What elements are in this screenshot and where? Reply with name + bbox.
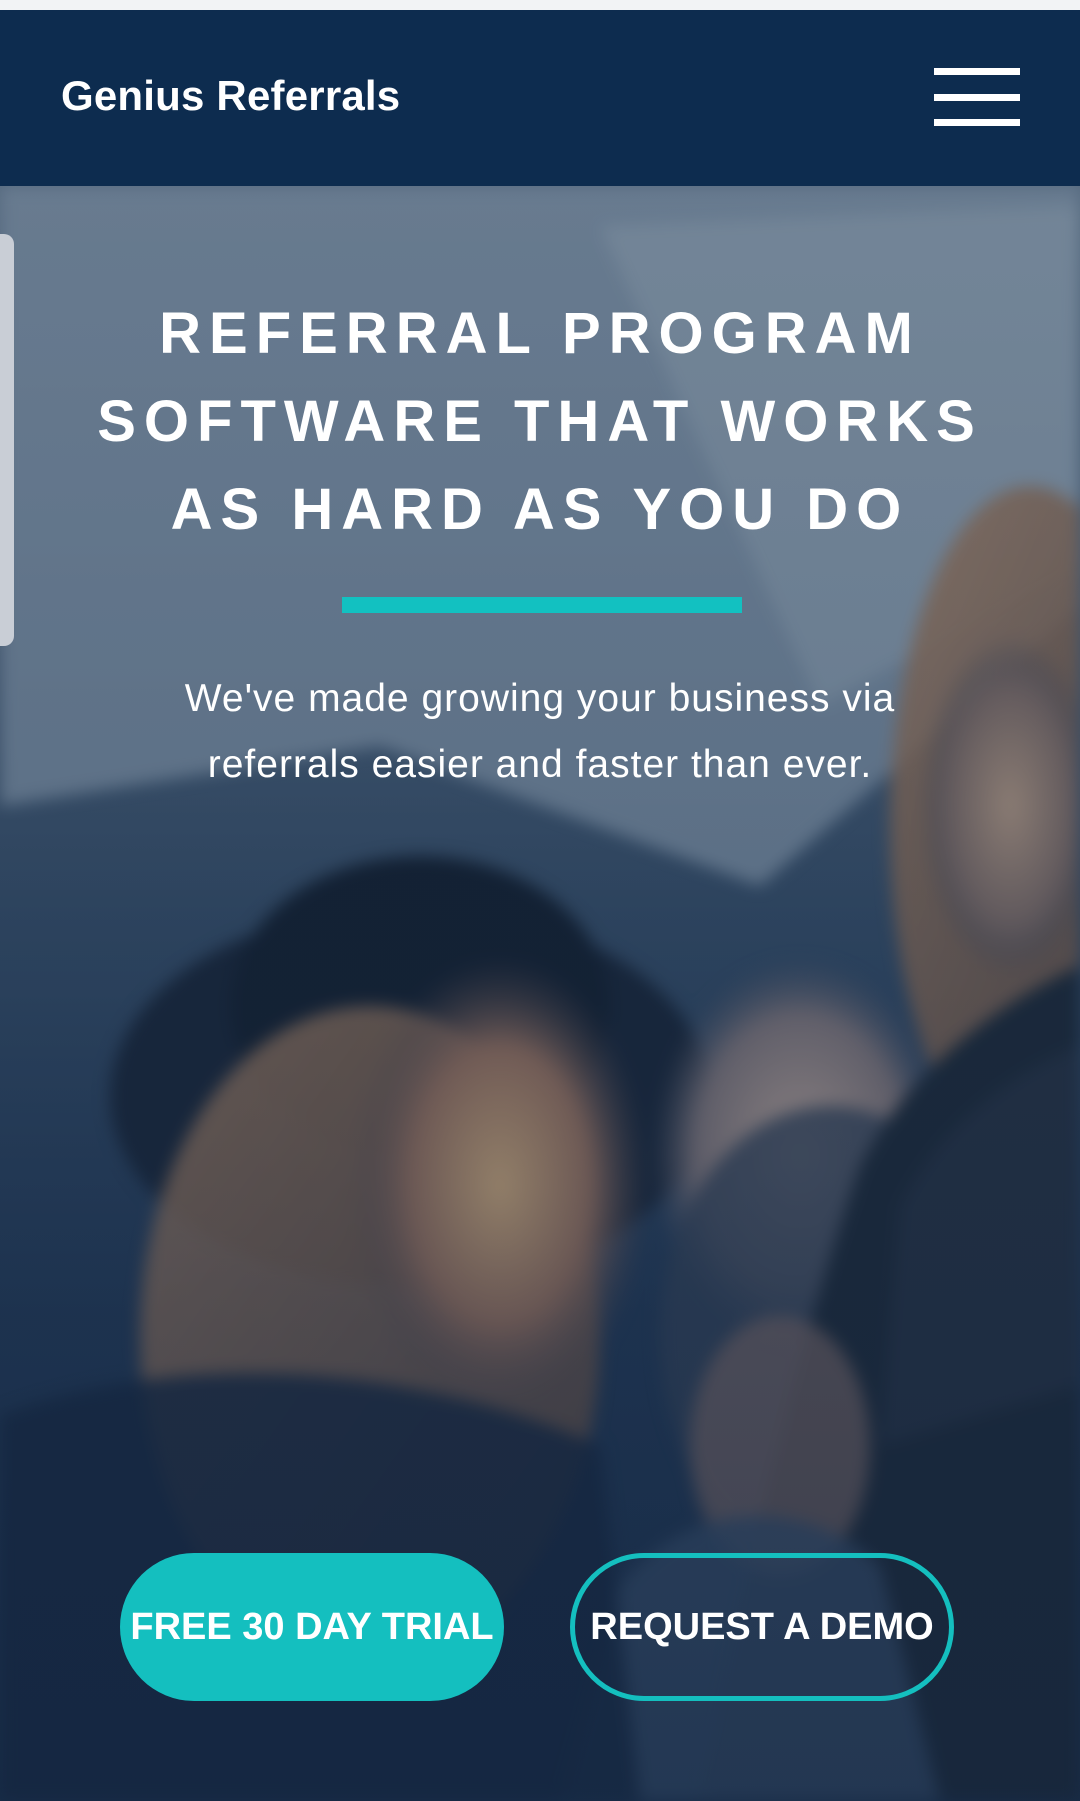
status-strip: [0, 0, 1080, 10]
menu-bar: [934, 119, 1020, 126]
hero-headline: REFERRAL PROGRAM SOFTWARE THAT WORKS AS …: [97, 301, 983, 542]
free-trial-button[interactable]: FREE 30 DAY TRIAL: [120, 1553, 504, 1701]
accent-divider: [342, 597, 742, 613]
hamburger-menu-icon[interactable]: [934, 66, 1020, 128]
menu-bar: [934, 68, 1020, 75]
brand-logo[interactable]: Genius Referrals: [61, 72, 400, 120]
page: Genius Referrals REFERRAL PROGRAM SOFTWA…: [0, 0, 1080, 1801]
menu-bar: [934, 94, 1020, 101]
navbar: Genius Referrals: [0, 10, 1080, 186]
side-tab[interactable]: [0, 234, 14, 646]
hero-subtext: We've made growing your business via ref…: [184, 677, 896, 786]
request-demo-button[interactable]: REQUEST A DEMO: [570, 1553, 954, 1701]
